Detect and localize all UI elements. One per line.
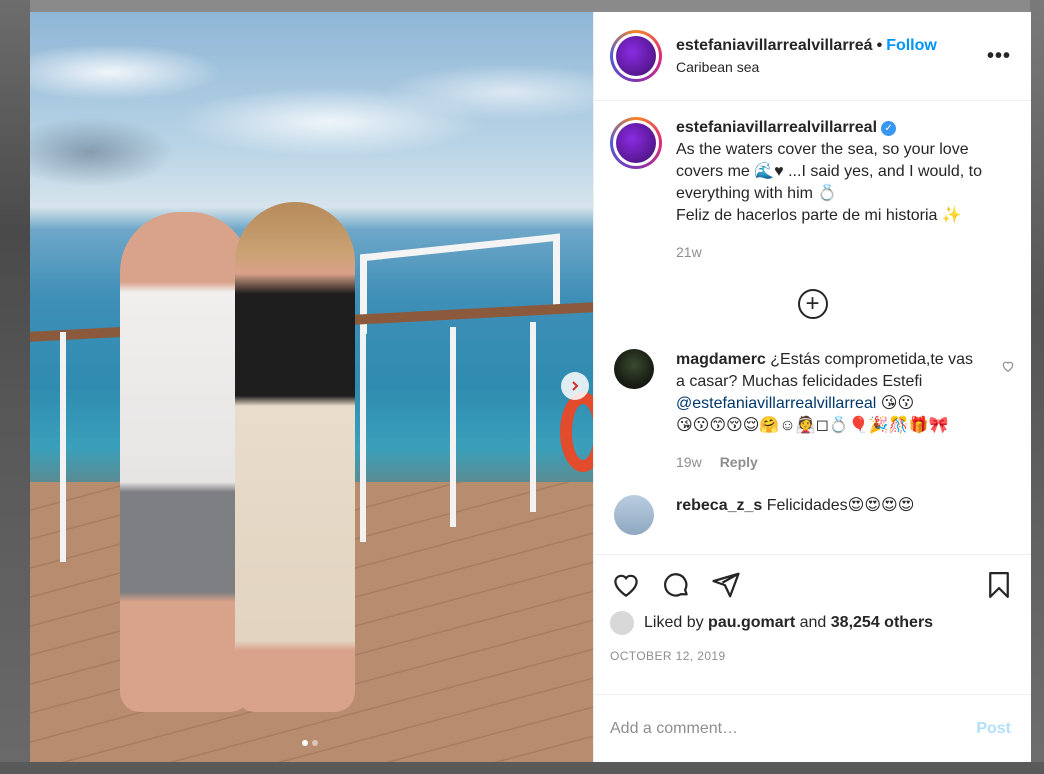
verified-badge-icon: ✓	[881, 121, 897, 136]
comment-item: rebeca_z_s Felicidades😍😍😍😍	[610, 495, 1015, 535]
follow-button[interactable]: Follow	[886, 37, 937, 55]
liker-avatar[interactable]	[610, 611, 634, 635]
backdrop-bottom	[0, 762, 1044, 774]
commenter-avatar[interactable]	[614, 495, 654, 535]
carousel-dot	[312, 740, 318, 746]
post-header: estefaniavillarrealvillarreá • Follow Ca…	[594, 12, 1031, 101]
share-icon	[712, 572, 740, 598]
header-separator: •	[876, 37, 883, 54]
load-more-comments-button[interactable]: +	[797, 289, 828, 319]
comment-text: Felicidades😍😍😍😍	[766, 497, 915, 514]
comment-button[interactable]	[660, 569, 692, 601]
comment-username[interactable]: rebeca_z_s	[676, 497, 762, 514]
photo-person-man	[120, 212, 250, 712]
bookmark-icon	[989, 572, 1009, 598]
backdrop-left[interactable]	[0, 0, 30, 774]
caption-body: estefaniavillarrealvillarreal ✓ As the wa…	[676, 117, 1015, 263]
comment-reply-button[interactable]: Reply	[720, 454, 758, 470]
photo-rail-post	[450, 327, 456, 527]
photo-rail-post	[60, 332, 66, 562]
post-date[interactable]: OCTOBER 12, 2019	[610, 649, 1015, 663]
heart-icon	[1002, 361, 1014, 372]
likes-user-link[interactable]: pau.gomart	[708, 614, 795, 632]
post-photo[interactable]	[30, 12, 593, 762]
caption-username[interactable]: estefaniavillarrealvillarreal	[676, 119, 877, 136]
comment-body: rebeca_z_s Felicidades😍😍😍😍	[676, 495, 914, 535]
more-options-button[interactable]: •••	[987, 45, 1011, 68]
post-modal: estefaniavillarrealvillarreá • Follow Ca…	[30, 12, 1031, 762]
author-avatar-image	[616, 36, 656, 76]
post-header-meta: estefaniavillarrealvillarreá • Follow Ca…	[676, 37, 987, 75]
add-comment-bar: Add a comment… Post	[594, 694, 1031, 762]
heart-icon	[614, 574, 638, 597]
share-button[interactable]	[710, 569, 742, 601]
caption-time[interactable]: 21w	[676, 241, 1015, 263]
comment-icon	[664, 573, 688, 597]
backdrop-top	[0, 0, 1044, 12]
commenter-avatar[interactable]	[614, 349, 654, 389]
save-button[interactable]	[983, 569, 1015, 601]
author-username[interactable]: estefaniavillarrealvillarreá	[676, 37, 873, 55]
backdrop-right[interactable]	[1030, 0, 1044, 774]
action-icons	[610, 565, 1015, 605]
caption-avatar[interactable]	[610, 117, 662, 169]
carousel-dots	[302, 740, 318, 746]
comment-username[interactable]: magdamerc	[676, 351, 766, 368]
likes-summary: Liked by pau.gomart and 38,254 others	[610, 611, 1015, 635]
photo-life-ring	[560, 392, 593, 472]
comment-input[interactable]: Add a comment…	[610, 720, 976, 738]
comment-body: magdamerc ¿Estás comprometida,te vas a c…	[676, 349, 976, 473]
like-button[interactable]	[610, 569, 642, 601]
comment-emoji-line: 😘😗😙😚😌🤗☺👰◻💍🎈🎉🎊🎁🎀	[676, 417, 949, 434]
carousel-dot	[302, 740, 308, 746]
caption-avatar-image	[616, 123, 656, 163]
post-location[interactable]: Caribean sea	[676, 59, 987, 75]
author-avatar[interactable]	[610, 30, 662, 82]
photo-person-woman	[235, 202, 355, 712]
comment-time[interactable]: 19w	[676, 454, 702, 470]
comment-like-button[interactable]	[1001, 359, 1015, 378]
post-actions-bar: Liked by pau.gomart and 38,254 others OC…	[594, 554, 1031, 694]
caption-text-2: Feliz de hacerlos parte de mi historia ✨	[676, 207, 962, 224]
caption-text: As the waters cover the sea, so your lov…	[676, 141, 982, 202]
chevron-right-icon	[572, 381, 579, 391]
comments-section[interactable]: estefaniavillarrealvillarreal ✓ As the wa…	[594, 101, 1031, 554]
likes-count-link[interactable]: 38,254 others	[831, 614, 933, 632]
post-comment-button[interactable]: Post	[976, 720, 1011, 738]
likes-prefix: Liked by	[644, 614, 704, 631]
photo-rail-post	[360, 332, 366, 542]
next-photo-button[interactable]	[561, 372, 589, 400]
likes-middle: and	[799, 614, 827, 631]
caption: estefaniavillarrealvillarreal ✓ As the wa…	[610, 117, 1015, 263]
comment-emoji-tail: 😘😗	[880, 395, 915, 412]
comment-item: magdamerc ¿Estás comprometida,te vas a c…	[610, 349, 1015, 473]
plus-icon: +	[805, 290, 820, 317]
post-side-panel: estefaniavillarrealvillarreá • Follow Ca…	[593, 12, 1031, 762]
photo-clouds	[30, 12, 593, 212]
photo-rail-post	[530, 322, 536, 512]
comment-mention-link[interactable]: @estefaniavillarrealvillarreal	[676, 395, 876, 412]
